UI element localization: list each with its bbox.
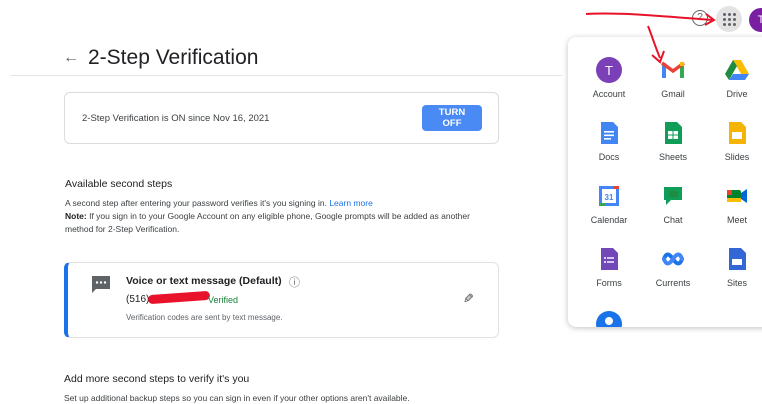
app-docs[interactable]: Docs — [576, 114, 640, 170]
svg-text:31: 31 — [605, 193, 614, 202]
app-drive[interactable]: Drive — [704, 51, 762, 107]
app-gmail[interactable]: Gmail — [640, 51, 704, 107]
app-label: Docs — [598, 152, 620, 162]
more-steps-description: Set up additional backup steps so you ca… — [64, 393, 410, 403]
avatar[interactable]: T — [749, 8, 762, 32]
description-text: A second step after entering your passwo… — [65, 198, 330, 208]
sites-icon — [729, 248, 746, 270]
app-label: Chat — [663, 215, 683, 225]
calendar-icon: 31 — [599, 186, 619, 206]
help-circle-icon[interactable]: ⓘ — [289, 274, 300, 290]
turn-off-button[interactable]: TURN OFF — [422, 105, 482, 131]
redaction-scribble — [147, 290, 211, 305]
note-text: If you sign in to your Google Account on… — [65, 211, 470, 234]
drive-icon — [725, 60, 749, 80]
google-apps-button[interactable] — [716, 6, 742, 32]
help-icon[interactable]: ? — [692, 10, 708, 26]
edit-pencil-icon[interactable]: ✎ — [463, 291, 474, 307]
arrow-left-icon[interactable]: ← — [63, 49, 79, 67]
app-account[interactable]: T Account — [576, 51, 640, 107]
app-label: Sheets — [658, 152, 688, 162]
voice-text-step-card[interactable]: Voice or text message (Default) ⓘ (516) … — [64, 262, 499, 338]
app-currents[interactable]: Currents — [640, 240, 704, 296]
status-text: 2-Step Verification is ON since Nov 16, … — [82, 113, 270, 124]
sms-icon — [92, 276, 110, 293]
meet-icon — [727, 189, 747, 203]
available-steps-heading: Available second steps — [65, 178, 173, 190]
currents-icon — [662, 252, 684, 266]
app-label: Slides — [724, 152, 750, 162]
header-divider — [10, 75, 562, 76]
app-label: Currents — [655, 278, 691, 288]
svg-text:T: T — [605, 63, 613, 78]
note-label: Note: — [65, 211, 87, 221]
app-label: Gmail — [661, 89, 685, 99]
app-slides[interactable]: Slides — [704, 114, 762, 170]
app-forms[interactable]: Forms — [576, 240, 640, 296]
account-icon: T — [596, 57, 622, 83]
app-label: Calendar — [590, 215, 628, 225]
app-label: Drive — [726, 89, 748, 99]
page-title: 2-Step Verification — [88, 46, 259, 69]
slides-icon — [729, 122, 746, 144]
app-label: Meet — [726, 215, 747, 225]
app-chat[interactable]: Chat — [640, 177, 704, 233]
more-steps-heading: Add more second steps to verify it's you — [64, 373, 250, 385]
forms-icon — [601, 248, 618, 270]
app-sites[interactable]: Sites — [704, 240, 762, 296]
chat-icon — [664, 187, 682, 205]
docs-icon — [601, 122, 618, 144]
app-calendar[interactable]: 31 Calendar — [576, 177, 640, 233]
step-note: Verification codes are sent by text mess… — [126, 313, 283, 322]
learn-more-link[interactable]: Learn more — [329, 198, 372, 208]
google-apps-panel: T Account Gmail Drive Docs Sheets Slides… — [568, 37, 762, 327]
verified-status: Verified — [208, 295, 239, 305]
gmail-icon — [660, 61, 686, 78]
available-steps-description: A second step after entering your passwo… — [65, 197, 495, 236]
sheets-icon — [665, 122, 682, 144]
status-card: 2-Step Verification is ON since Nov 16, … — [64, 92, 499, 144]
step-title: Voice or text message (Default) — [126, 275, 282, 287]
app-label: Forms — [596, 278, 622, 288]
phone-number: (516) — [126, 294, 150, 305]
partial-app-icon[interactable] — [596, 311, 622, 327]
app-label: Account — [592, 89, 626, 99]
app-meet[interactable]: Meet — [704, 177, 762, 233]
app-sheets[interactable]: Sheets — [640, 114, 704, 170]
app-label: Sites — [726, 278, 747, 288]
